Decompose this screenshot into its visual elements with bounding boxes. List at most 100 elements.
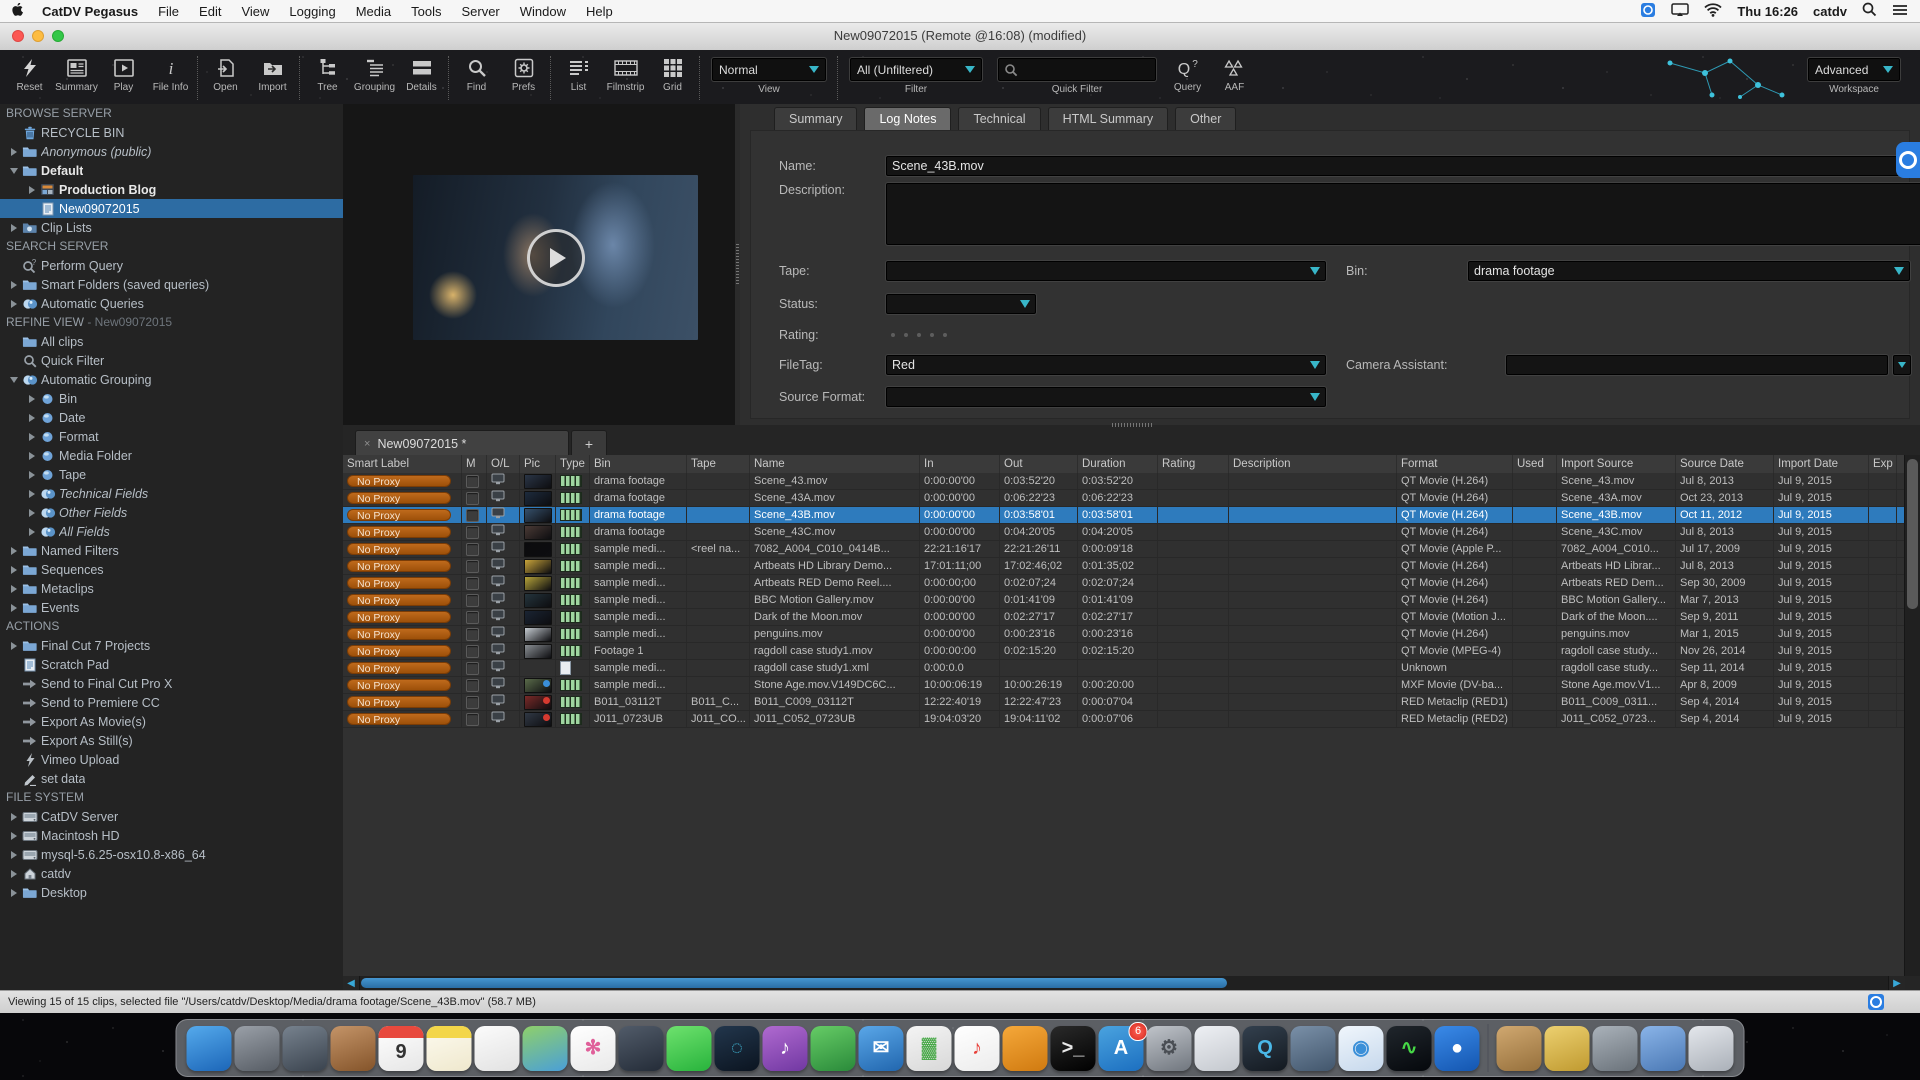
file-info-button[interactable]: i File Info [147, 56, 194, 93]
sidebar-item-export-as-still-s[interactable]: Export As Still(s) [0, 731, 343, 750]
column-header-type[interactable]: Type [556, 455, 590, 473]
sidebar-item-send-to-final-cut-pro-x[interactable]: Send to Final Cut Pro X [0, 674, 343, 693]
tab-summary[interactable]: Summary [774, 107, 858, 131]
disclosure-right-icon[interactable] [8, 299, 20, 308]
column-header-exp[interactable]: Exp [1869, 455, 1897, 473]
filetag-dropdown[interactable]: Red [886, 355, 1326, 375]
dock-icon-finder[interactable] [186, 1025, 232, 1071]
sidebar-item-all-fields[interactable]: All Fields [0, 522, 343, 541]
table-row[interactable]: No Proxy sample medi... Artbeats HD Librar… [343, 558, 1905, 575]
menu-server[interactable]: Server [461, 4, 499, 19]
details-button[interactable]: Details [398, 56, 445, 93]
disclosure-right-icon[interactable] [26, 527, 38, 536]
column-header-description[interactable]: Description [1229, 455, 1397, 473]
media-checkbox[interactable] [466, 559, 479, 573]
scroll-left-icon[interactable]: ◀ [343, 976, 360, 990]
import-button[interactable]: Import [249, 56, 296, 93]
menu-window[interactable]: Window [520, 4, 566, 19]
quick-filter-search[interactable] [998, 58, 1156, 81]
dock-icon-trash[interactable] [1688, 1025, 1734, 1071]
add-tab-button[interactable]: + [571, 430, 607, 456]
disclosure-right-icon[interactable] [26, 185, 38, 194]
disclosure-right-icon[interactable] [8, 584, 20, 593]
menu-help[interactable]: Help [586, 4, 613, 19]
dock-icon-music[interactable]: ♪ [954, 1025, 1000, 1071]
column-header-rating[interactable]: Rating [1158, 455, 1229, 473]
table-row[interactable]: No Proxy Footage 1 ragdoll case study1.mov… [343, 643, 1905, 660]
sidebar-item-recycle-bin[interactable]: RECYCLE BIN [0, 123, 343, 142]
column-header-out[interactable]: Out [1000, 455, 1078, 473]
tab-log-notes[interactable]: Log Notes [864, 107, 952, 131]
horizontal-scroll-thumb[interactable] [361, 978, 1227, 988]
menu-clock[interactable]: Thu 16:26 [1737, 4, 1798, 19]
dock-icon-messages[interactable] [666, 1025, 712, 1071]
table-row[interactable]: No Proxy sample medi... Dark of the Moon.m… [343, 609, 1905, 626]
find-button[interactable]: Find [453, 56, 500, 93]
summary-button[interactable]: Summary [53, 56, 100, 93]
column-header-used[interactable]: Used [1513, 455, 1557, 473]
horizontal-scrollbar[interactable]: ◀ ▶ [343, 976, 1905, 990]
media-checkbox[interactable] [466, 542, 479, 556]
dock-icon-catdv[interactable]: ◌ [714, 1025, 760, 1071]
sidebar-item-anonymous-public[interactable]: Anonymous (public) [0, 142, 343, 161]
table-row[interactable]: No Proxy drama footage Scene_43.mov 0:00:00… [343, 473, 1905, 490]
disclosure-right-icon[interactable] [8, 869, 20, 878]
table-row[interactable]: No Proxy J011_0723UB J011_CO... J011_C052_0… [343, 711, 1905, 728]
filter-dropdown[interactable]: All (Unfiltered) [850, 58, 982, 81]
dock-icon-launchpad[interactable] [234, 1025, 280, 1071]
dock-icon-safari[interactable]: ◉ [1338, 1025, 1384, 1071]
aaf-button[interactable]: AAF [1211, 56, 1258, 93]
media-checkbox[interactable] [466, 576, 479, 590]
name-field[interactable] [886, 156, 1920, 176]
disclosure-right-icon[interactable] [8, 888, 20, 897]
table-row[interactable]: No Proxy sample medi... Stone Age.mov.V149… [343, 677, 1905, 694]
media-checkbox[interactable] [466, 644, 479, 658]
disclosure-right-icon[interactable] [8, 280, 20, 289]
bin-dropdown[interactable]: drama footage [1468, 261, 1910, 281]
column-header-pic[interactable]: Pic [520, 455, 556, 473]
sidebar-item-mysql-5-6-25-osx10-8-x86-64[interactable]: mysql-5.6.25-osx10.8-x86_64 [0, 845, 343, 864]
dock-icon-folder[interactable] [1544, 1025, 1590, 1071]
dock-icon-terminal[interactable]: >_ [1050, 1025, 1096, 1071]
sidebar-item-automatic-queries[interactable]: Automatic Queries [0, 294, 343, 313]
teamviewer-side-tab[interactable] [1896, 142, 1920, 178]
tab-other[interactable]: Other [1175, 107, 1237, 131]
sidebar-item-quick-filter[interactable]: Quick Filter [0, 351, 343, 370]
table-tab-new09072015[interactable]: × New09072015 * [355, 430, 569, 456]
sidebar-item-vimeo-upload[interactable]: Vimeo Upload [0, 750, 343, 769]
disclosure-right-icon[interactable] [8, 603, 20, 612]
spotlight-search-icon[interactable] [1862, 2, 1877, 20]
dock-icon-downloads-folder[interactable] [1640, 1025, 1686, 1071]
disclosure-right-icon[interactable] [26, 508, 38, 517]
sidebar-item-desktop[interactable]: Desktop [0, 883, 343, 902]
dock-icon-itunes[interactable]: ♪ [762, 1025, 808, 1071]
disclosure-right-icon[interactable] [8, 565, 20, 574]
sidebar-item-set-data[interactable]: set data [0, 769, 343, 788]
disclosure-right-icon[interactable] [8, 223, 20, 232]
media-checkbox[interactable] [466, 610, 479, 624]
list-button[interactable]: List [555, 56, 602, 93]
sidebar-item-tape[interactable]: Tape [0, 465, 343, 484]
dock-icon-virtualbox[interactable] [1290, 1025, 1336, 1071]
notification-center-icon[interactable] [1892, 4, 1908, 19]
tree-button[interactable]: Tree [304, 56, 351, 93]
column-header-tape[interactable]: Tape [687, 455, 750, 473]
quick-filter-input[interactable] [1018, 61, 1150, 78]
play-overlay-button[interactable] [526, 228, 585, 287]
sidebar-item-macintosh-hd[interactable]: Macintosh HD [0, 826, 343, 845]
disclosure-right-icon[interactable] [26, 394, 38, 403]
grid-button[interactable]: Grid [649, 56, 696, 93]
disclosure-right-icon[interactable] [8, 546, 20, 555]
table-header[interactable]: Smart Label M O/L Pic Type Bin Tape Name In Out Du… [343, 455, 1905, 474]
vertical-scrollbar[interactable] [1904, 455, 1920, 976]
filmstrip-button[interactable]: Filmstrip [602, 56, 649, 93]
sidebar-item-sequences[interactable]: Sequences [0, 560, 343, 579]
media-checkbox[interactable] [466, 627, 479, 641]
tab-technical[interactable]: Technical [958, 107, 1041, 131]
airplay-display-icon[interactable] [1671, 2, 1690, 20]
disclosure-right-icon[interactable] [8, 850, 20, 859]
dock-icon-utilities[interactable] [1194, 1025, 1240, 1071]
table-row[interactable]: No Proxy sample medi... penguins.mov 0:00:0… [343, 626, 1905, 643]
disclosure-right-icon[interactable] [26, 413, 38, 422]
column-header-bin[interactable]: Bin [590, 455, 687, 473]
